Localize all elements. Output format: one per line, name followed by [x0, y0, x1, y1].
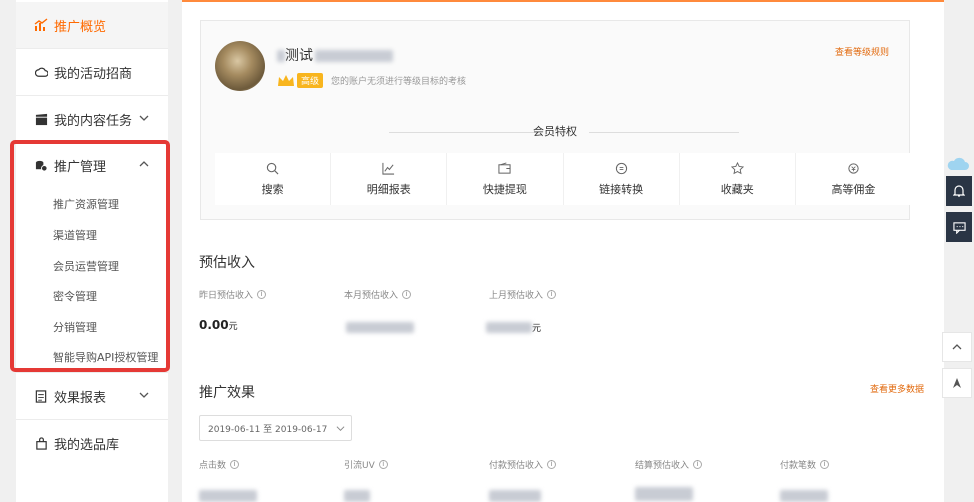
notification-button[interactable] [946, 176, 972, 206]
feature-favorites[interactable]: 收藏夹 [680, 153, 796, 205]
feature-search[interactable]: 搜索 [215, 153, 332, 205]
chevron-down-icon [139, 115, 149, 121]
info-icon[interactable]: i [378, 460, 388, 469]
paid-orders-value [780, 488, 828, 502]
income-section-title: 预估收入 [199, 255, 255, 271]
paid-income-value [489, 488, 541, 502]
username: 测试 [277, 45, 393, 65]
cloud-icon [34, 65, 48, 79]
chat-icon [952, 221, 966, 234]
member-privileges-title: 会员特权 [533, 125, 577, 138]
feedback-button[interactable] [946, 212, 972, 242]
redacted-value [486, 322, 532, 333]
main-content: 测试 高级 您的账户无须进行等级目标的考核 查看等级规则 会员特权 搜索 明细报… [182, 0, 944, 502]
arrow-up-icon [952, 344, 962, 350]
chevron-down-icon [336, 426, 345, 432]
chart-icon [34, 18, 48, 32]
link-convert-icon [615, 162, 627, 174]
uv-value [344, 488, 370, 502]
level-badge: 高级 [297, 73, 324, 88]
sidebar-item-label: 效果报表 [54, 390, 107, 406]
info-icon[interactable]: i [820, 460, 830, 469]
last-month-income-value: 元 [486, 320, 541, 334]
redacted-text [315, 50, 393, 62]
clapper-icon [34, 112, 48, 126]
metric-label: 付款笔数 i [780, 458, 830, 471]
sidebar-item-label: 我的活动招商 [54, 66, 133, 82]
clicks-value [199, 488, 257, 502]
redacted-value [346, 322, 414, 333]
metric-label: 引流UV i [344, 458, 388, 471]
search-icon [266, 162, 279, 174]
sidebar-item-selection-library[interactable]: 我的选品库 [16, 420, 168, 466]
info-icon[interactable]: i [547, 290, 557, 299]
sidebar-item-label: 我的选品库 [54, 437, 120, 453]
redacted-value [780, 489, 828, 502]
bag-icon [34, 436, 48, 450]
highlight-annotation [10, 140, 170, 372]
right-rail [944, 0, 974, 502]
info-icon[interactable]: i [547, 460, 557, 469]
sidebar-item-overview[interactable]: 推广概览 [16, 2, 168, 48]
redacted-value [489, 489, 541, 502]
sidebar: 推广概览 我的活动招商 我的内容任务 推广管理 推广资源管理 渠道管理 会员运营… [0, 0, 178, 502]
paper-plane-icon [953, 378, 961, 388]
sidebar-item-label: 我的内容任务 [54, 113, 133, 129]
quick-action-button[interactable] [942, 368, 972, 398]
metric-label: 昨日预估收入 i [199, 288, 267, 301]
level-note: 您的账户无须进行等级目标的考核 [331, 77, 467, 87]
date-range-picker[interactable]: 2019-06-11 至 2019-06-17 [199, 415, 352, 441]
yesterday-income-value: 0.00元 [199, 318, 238, 332]
info-icon[interactable]: i [230, 460, 240, 469]
info-icon[interactable]: i [257, 290, 267, 299]
profile-header: 测试 高级 您的账户无须进行等级目标的考核 查看等级规则 [201, 21, 909, 109]
effect-section-title: 推广效果 [199, 385, 255, 401]
metric-label: 本月预估收入 i [344, 288, 412, 301]
metric-label: 上月预估收入 i [489, 288, 557, 301]
info-icon[interactable]: i [693, 460, 703, 469]
mascot-cloud-icon [947, 157, 969, 170]
feature-row: 搜索 明细报表 快捷提现 链接转换 收藏夹 高等佣金 [215, 153, 911, 205]
feature-high-commission[interactable]: 高等佣金 [796, 153, 911, 205]
month-income-value [346, 320, 414, 334]
info-icon[interactable]: i [402, 290, 412, 299]
report-icon [34, 389, 48, 403]
line-chart-icon [382, 162, 395, 175]
view-more-data-link[interactable]: 查看更多数据 [870, 382, 924, 395]
level-row: 高级 您的账户无须进行等级目标的考核 [277, 73, 466, 88]
redacted-value [344, 489, 370, 502]
metric-label: 结算预估收入 i [635, 458, 703, 471]
feature-quick-withdraw[interactable]: 快捷提现 [447, 153, 564, 205]
metric-label: 付款预估收入 i [489, 458, 557, 471]
view-level-rules-link[interactable]: 查看等级规则 [835, 45, 889, 58]
chevron-down-icon [139, 392, 149, 398]
crown-icon [278, 74, 294, 86]
wallet-icon [498, 161, 512, 174]
avatar [215, 41, 265, 91]
star-icon [730, 161, 744, 174]
sidebar-item-reports[interactable]: 效果报表 [16, 373, 168, 419]
feature-link-convert[interactable]: 链接转换 [564, 153, 680, 205]
feature-detail-report[interactable]: 明细报表 [331, 153, 448, 205]
redacted-value [199, 489, 257, 502]
redacted-value [635, 486, 693, 501]
sidebar-item-label: 推广概览 [54, 19, 107, 35]
metric-label: 点击数 i [199, 458, 240, 471]
sidebar-item-content-tasks[interactable]: 我的内容任务 [16, 96, 168, 142]
profile-card: 测试 高级 您的账户无须进行等级目标的考核 查看等级规则 会员特权 搜索 明细报… [200, 20, 911, 220]
bell-icon [953, 185, 965, 197]
scroll-top-button[interactable] [942, 332, 972, 362]
settled-income-value [635, 486, 693, 501]
money-bag-icon [848, 162, 859, 174]
sidebar-item-activity[interactable]: 我的活动招商 [16, 49, 168, 95]
page: 推广概览 我的活动招商 我的内容任务 推广管理 推广资源管理 渠道管理 会员运营… [0, 0, 974, 502]
redacted-text [277, 50, 285, 62]
